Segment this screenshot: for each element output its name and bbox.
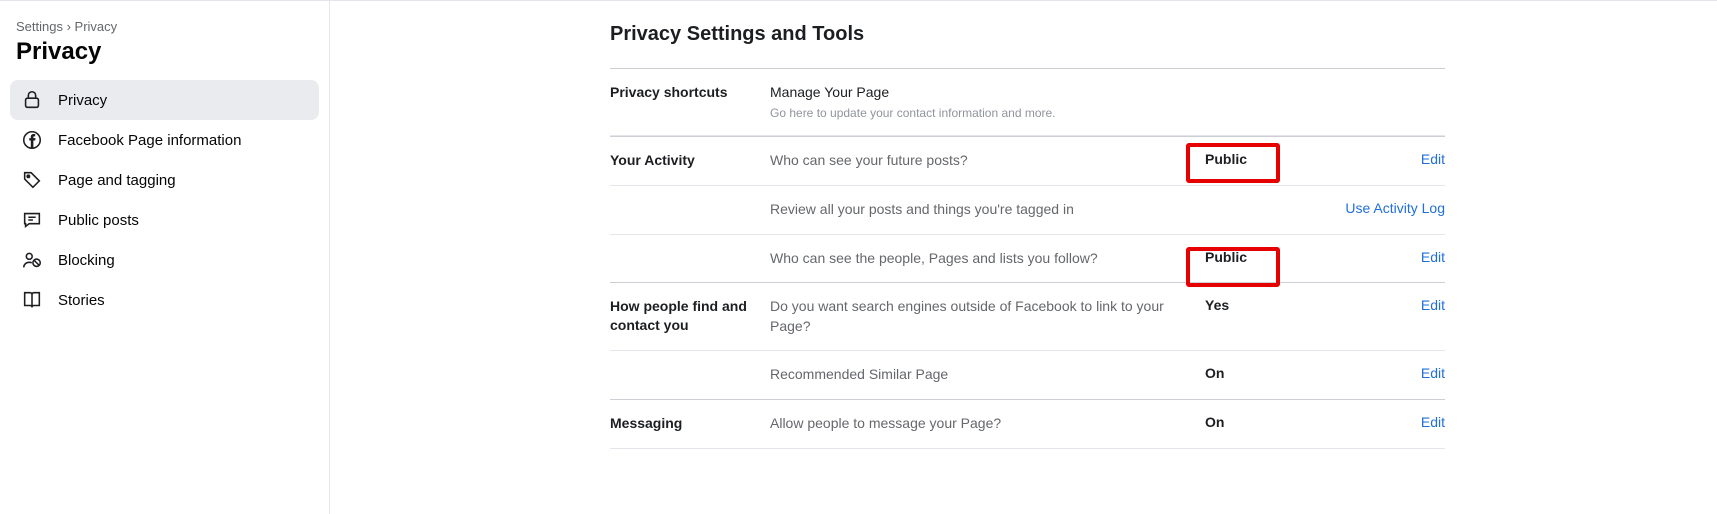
- edit-link[interactable]: Edit: [1421, 151, 1445, 167]
- section-label: Privacy shortcuts: [610, 83, 770, 102]
- row-value: On: [1205, 365, 1315, 381]
- row-desc: Do you want search engines outside of Fa…: [770, 297, 1205, 336]
- sidebar-item-label: Page and tagging: [58, 172, 176, 189]
- row-value: On: [1205, 414, 1315, 430]
- sidebar-item-stories[interactable]: Stories: [10, 280, 319, 320]
- sidebar-item-privacy[interactable]: Privacy: [10, 80, 319, 120]
- sidebar-item-public-posts[interactable]: Public posts: [10, 200, 319, 240]
- row-desc: Review all your posts and things you're …: [770, 200, 1205, 220]
- section-find-contact: How people find and contact you Do you w…: [610, 282, 1445, 399]
- section-messaging: Messaging Allow people to message your P…: [610, 399, 1445, 449]
- breadcrumb: Settings › Privacy: [10, 19, 319, 34]
- page-title: Privacy: [10, 38, 319, 66]
- lock-icon: [20, 88, 44, 112]
- sidebar-item-label: Stories: [58, 292, 105, 309]
- tag-icon: [20, 168, 44, 192]
- row-desc: Recommended Similar Page: [770, 365, 1205, 385]
- sidebar-item-label: Facebook Page information: [58, 132, 241, 149]
- main-panel: Privacy Settings and Tools Privacy short…: [330, 1, 1717, 514]
- section-label: Messaging: [610, 414, 770, 433]
- sidebar-item-tagging[interactable]: Page and tagging: [10, 160, 319, 200]
- sidebar-item-label: Privacy: [58, 92, 107, 109]
- row-value: Yes: [1205, 297, 1315, 313]
- row-desc: Who can see your future posts?: [770, 151, 1205, 171]
- edit-link[interactable]: Edit: [1421, 414, 1445, 430]
- row-value: Public: [1205, 151, 1315, 167]
- edit-link[interactable]: Edit: [1421, 365, 1445, 381]
- facebook-icon: [20, 128, 44, 152]
- row-desc: Allow people to message your Page?: [770, 414, 1205, 434]
- edit-link[interactable]: Edit: [1421, 297, 1445, 313]
- sidebar-item-blocking[interactable]: Blocking: [10, 240, 319, 280]
- section-your-activity: Your Activity Who can see your future po…: [610, 136, 1445, 282]
- manage-page-link[interactable]: Manage Your Page: [770, 83, 1205, 103]
- activity-log-link[interactable]: Use Activity Log: [1345, 200, 1445, 216]
- book-icon: [20, 288, 44, 312]
- row-subtext: Go here to update your contact informati…: [770, 105, 1205, 122]
- row-desc: Who can see the people, Pages and lists …: [770, 249, 1205, 269]
- section-label: How people find and contact you: [610, 297, 770, 335]
- row-desc[interactable]: Manage Your Page Go here to update your …: [770, 83, 1205, 121]
- row-value: Public: [1205, 249, 1315, 265]
- edit-link[interactable]: Edit: [1421, 249, 1445, 265]
- sidebar-item-label: Blocking: [58, 252, 115, 269]
- comment-icon: [20, 208, 44, 232]
- block-user-icon: [20, 248, 44, 272]
- sidebar-item-label: Public posts: [58, 212, 139, 229]
- main-title: Privacy Settings and Tools: [610, 23, 1445, 46]
- sidebar: Settings › Privacy Privacy Privacy Faceb…: [0, 1, 330, 514]
- section-label: Your Activity: [610, 151, 770, 170]
- section-privacy-shortcuts: Privacy shortcuts Manage Your Page Go he…: [610, 68, 1445, 136]
- sidebar-item-page-info[interactable]: Facebook Page information: [10, 120, 319, 160]
